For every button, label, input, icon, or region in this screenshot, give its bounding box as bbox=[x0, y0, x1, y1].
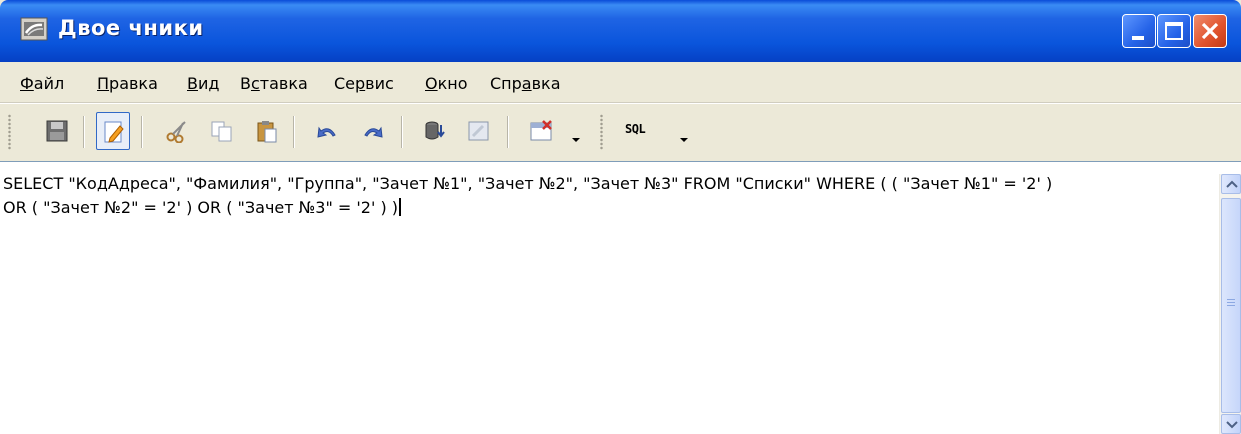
copy-button[interactable] bbox=[205, 112, 239, 150]
toolbar-separator bbox=[141, 116, 143, 148]
toolbar-grip[interactable] bbox=[600, 114, 603, 150]
chevron-up-icon bbox=[1226, 180, 1238, 188]
text-caret bbox=[399, 198, 402, 216]
run-query-button[interactable] bbox=[418, 112, 452, 150]
undo-icon bbox=[317, 126, 336, 138]
sql-line-1: SELECT "КодАдреса", "Фамилия", "Группа",… bbox=[3, 174, 1053, 193]
clear-query-button[interactable] bbox=[462, 112, 496, 150]
save-button[interactable] bbox=[40, 112, 74, 150]
toolbar-dropdown-arrow[interactable] bbox=[572, 138, 580, 142]
save-icon bbox=[46, 120, 68, 142]
menu-bar: Файл Правка Вид Вставка Сервис Окно Спра… bbox=[0, 62, 1241, 103]
paste-icon bbox=[257, 121, 277, 143]
redo-button[interactable] bbox=[356, 112, 390, 150]
scroll-up-button[interactable] bbox=[1221, 174, 1241, 194]
database-run-icon bbox=[425, 121, 445, 140]
sql-line-2: OR ( "Зачет №2" = '2' ) OR ( "Зачет №3" … bbox=[3, 198, 399, 217]
edit-mode-button[interactable] bbox=[96, 112, 130, 150]
sql-label: SQL bbox=[625, 122, 646, 136]
toolbar: SQL bbox=[0, 103, 1241, 160]
chevron-down-icon bbox=[1226, 421, 1238, 429]
toolbar-dropdown-arrow[interactable] bbox=[680, 138, 688, 142]
menu-edit[interactable]: Правка bbox=[97, 74, 158, 93]
menu-insert[interactable]: Вставка bbox=[240, 74, 308, 93]
undo-button[interactable] bbox=[310, 112, 344, 150]
app-window: Двое чники Файл Правка Вид Вставка Серви… bbox=[0, 0, 1241, 434]
sql-button[interactable]: SQL bbox=[620, 112, 660, 150]
toolbar-separator bbox=[401, 116, 403, 148]
sql-query-text[interactable]: SELECT "КодАдреса", "Фамилия", "Группа",… bbox=[3, 172, 1213, 220]
design-view-button[interactable] bbox=[524, 112, 558, 150]
toolbar-separator bbox=[507, 116, 509, 148]
toolbar-separator bbox=[293, 116, 295, 148]
scroll-down-button[interactable] bbox=[1221, 414, 1241, 434]
redo-icon bbox=[364, 126, 383, 138]
maximize-button[interactable] bbox=[1157, 14, 1191, 48]
vertical-scrollbar[interactable] bbox=[1219, 174, 1241, 434]
minimize-button[interactable] bbox=[1122, 14, 1156, 48]
close-button[interactable] bbox=[1193, 14, 1227, 48]
menu-view[interactable]: Вид bbox=[187, 74, 219, 93]
menu-tools[interactable]: Сервис bbox=[334, 74, 394, 93]
scroll-thumb[interactable] bbox=[1221, 198, 1241, 413]
menu-file[interactable]: Файл bbox=[20, 74, 64, 93]
edit-file-icon bbox=[104, 121, 124, 143]
scissors-icon bbox=[166, 121, 186, 143]
window-title: Двое чники bbox=[58, 16, 204, 40]
app-icon[interactable] bbox=[20, 16, 50, 44]
toolbar-separator bbox=[83, 116, 85, 148]
close-icon bbox=[1201, 22, 1219, 40]
sql-editor[interactable]: SELECT "КодАдреса", "Фамилия", "Группа",… bbox=[0, 161, 1241, 434]
menu-window[interactable]: Окно bbox=[425, 74, 468, 93]
cut-button[interactable] bbox=[160, 112, 194, 150]
title-bar[interactable]: Двое чники bbox=[0, 0, 1241, 62]
menu-help[interactable]: Справка bbox=[490, 74, 561, 93]
clear-icon bbox=[468, 121, 489, 141]
toolbar-grip[interactable] bbox=[8, 114, 11, 150]
table-design-icon bbox=[530, 120, 552, 141]
copy-icon bbox=[211, 121, 232, 142]
paste-button[interactable] bbox=[250, 112, 284, 150]
